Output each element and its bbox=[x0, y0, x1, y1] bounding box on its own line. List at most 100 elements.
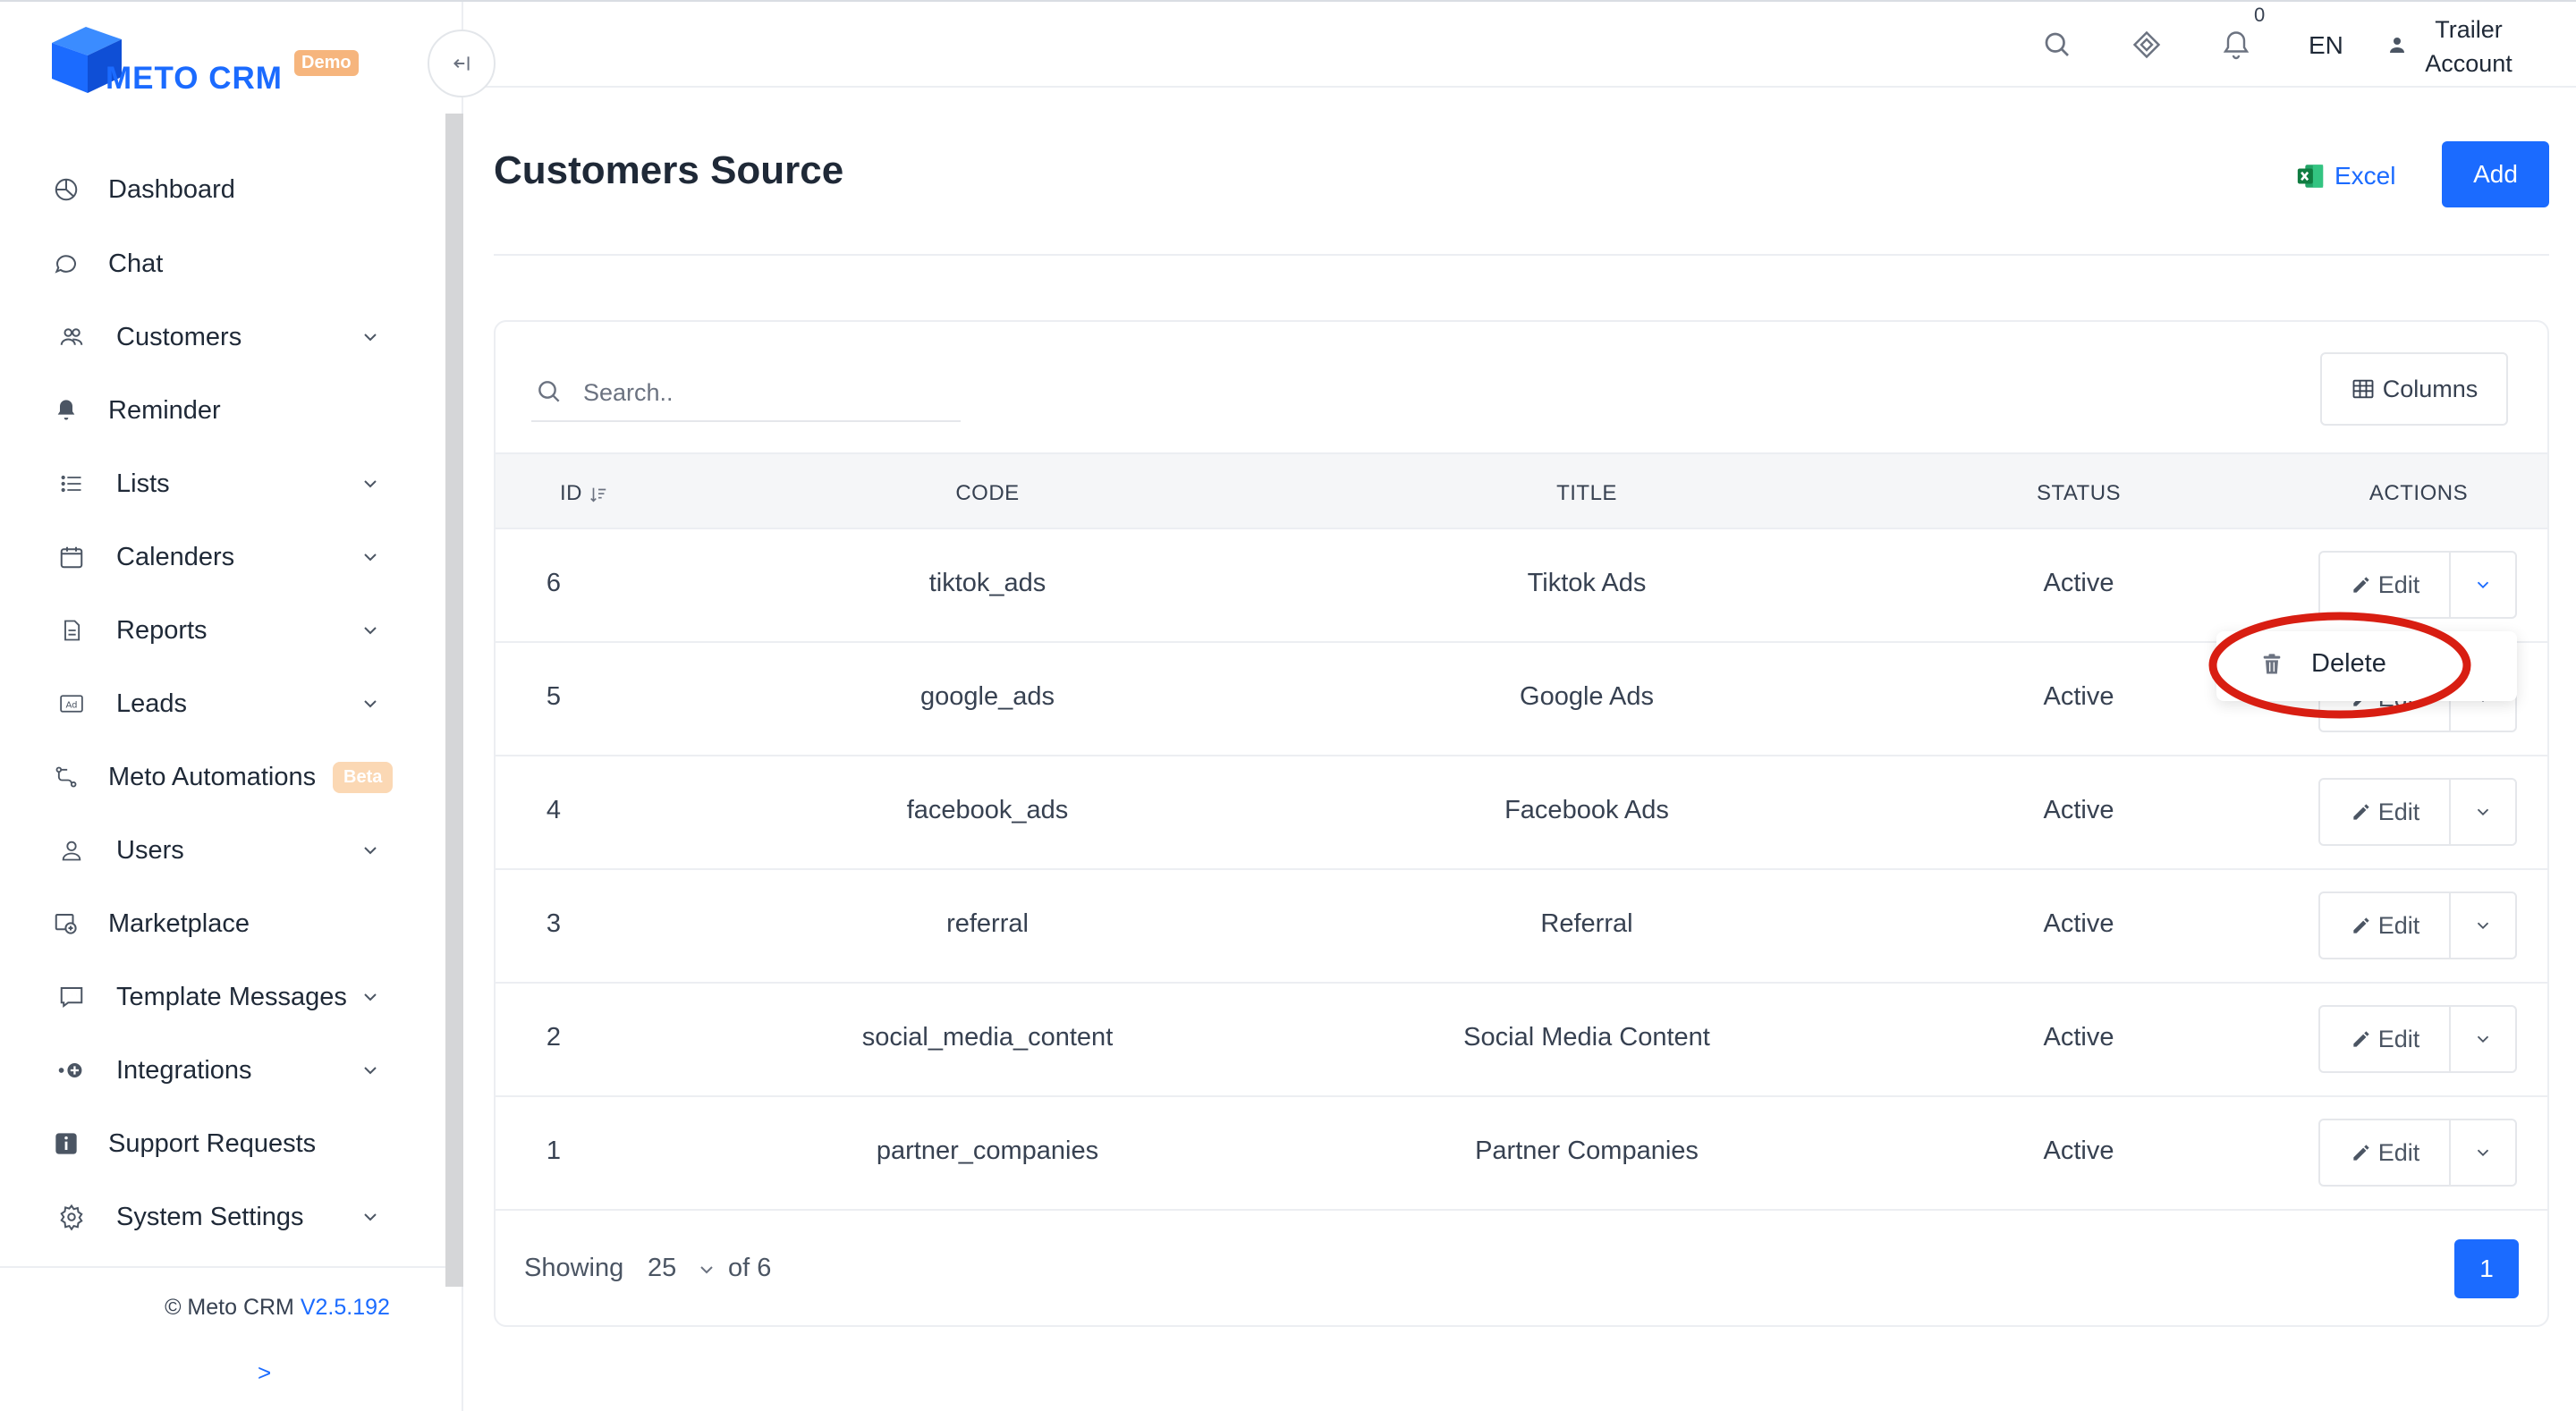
edit-button[interactable]: Edit bbox=[2320, 1007, 2451, 1071]
cell-title: Partner Companies bbox=[1475, 1136, 1699, 1165]
row-actions-toggle[interactable] bbox=[2451, 1120, 2515, 1185]
cell-id: 3 bbox=[546, 909, 562, 938]
row-actions-group: Edit bbox=[2318, 1005, 2517, 1073]
pencil-icon bbox=[2353, 804, 2369, 820]
sidebar-item-system-settings[interactable]: System Settings bbox=[0, 1188, 442, 1246]
chevron-down-icon bbox=[2477, 922, 2489, 930]
user-name-line2: Account bbox=[2425, 50, 2512, 77]
sidebar-item-label: Meto Automations bbox=[108, 762, 317, 791]
sidebar-scrollbar[interactable] bbox=[445, 114, 463, 1287]
header-divider bbox=[494, 254, 2549, 256]
sidebar-item-label: Reports bbox=[116, 615, 208, 645]
sidebar-item-calenders[interactable]: Calenders bbox=[0, 528, 442, 586]
pagination-total: of 6 bbox=[728, 1254, 772, 1282]
column-header-status[interactable]: STATUS bbox=[2025, 481, 2132, 506]
bell-icon[interactable] bbox=[2220, 29, 2252, 61]
sidebar-collapse-button[interactable] bbox=[428, 30, 496, 97]
chevron-down-icon[interactable] bbox=[696, 1259, 717, 1280]
edit-button[interactable]: Edit bbox=[2320, 553, 2451, 617]
edit-button[interactable]: Edit bbox=[2320, 893, 2451, 958]
edit-button[interactable]: Edit bbox=[2320, 780, 2451, 844]
search-icon[interactable] bbox=[2041, 29, 2073, 61]
table-row: 4 facebook_ads Facebook Ads Active Edit bbox=[496, 756, 2547, 870]
row-actions-toggle[interactable] bbox=[2451, 553, 2515, 617]
sidebar-item-integrations[interactable]: Integrations bbox=[0, 1042, 442, 1099]
sidebar-item-reminder[interactable]: Reminder bbox=[0, 382, 442, 439]
row-actions-toggle[interactable] bbox=[2451, 893, 2515, 958]
column-header-id-label: ID bbox=[560, 481, 582, 505]
columns-button[interactable]: Columns bbox=[2320, 352, 2508, 426]
page-button-1[interactable]: 1 bbox=[2454, 1239, 2519, 1298]
search-input[interactable] bbox=[583, 370, 941, 415]
row-actions-toggle[interactable] bbox=[2451, 1007, 2515, 1071]
chevron-down-icon bbox=[364, 334, 377, 342]
chevron-down-icon bbox=[364, 480, 377, 488]
table-row: 1 partner_companies Partner Companies Activ… bbox=[496, 1097, 2547, 1211]
columns-label: Columns bbox=[2382, 375, 2479, 402]
user-account-menu[interactable]: Trailer Account bbox=[2415, 13, 2522, 80]
page-size-select[interactable]: 25 bbox=[648, 1254, 676, 1283]
cell-status: Active bbox=[2043, 569, 2114, 597]
sidebar-item-label: Calenders bbox=[116, 542, 235, 571]
column-header-title[interactable]: TITLE bbox=[1542, 481, 1631, 506]
sidebar-item-lists[interactable]: Lists bbox=[0, 455, 442, 512]
cell-status: Active bbox=[2043, 1023, 2114, 1052]
sort-descending-icon bbox=[590, 487, 606, 503]
cell-id: 2 bbox=[546, 1023, 562, 1052]
column-header-code[interactable]: CODE bbox=[943, 481, 1032, 506]
sidebar-item-support-requests[interactable]: Support Requests bbox=[0, 1115, 442, 1172]
cell-code: facebook_ads bbox=[906, 796, 1069, 824]
sidebar-item-leads[interactable]: Ad Leads bbox=[0, 675, 442, 732]
sidebar: METO CRM Demo Dashboard Chat Customers R… bbox=[0, 2, 463, 1411]
svg-text:Ad: Ad bbox=[65, 700, 77, 710]
page-title: Customers Source bbox=[494, 148, 844, 192]
column-header-id[interactable]: ID bbox=[560, 481, 608, 506]
sidebar-item-label: Support Requests bbox=[108, 1128, 317, 1158]
sidebar-item-chat[interactable]: Chat bbox=[0, 235, 442, 292]
row-actions-group: Edit bbox=[2318, 891, 2517, 959]
cell-title: Referral bbox=[1540, 909, 1633, 938]
list-icon bbox=[55, 468, 88, 500]
delete-menu-item[interactable]: Delete bbox=[2216, 631, 2517, 701]
cell-code: referral bbox=[946, 909, 1029, 938]
sidebar-item-customers[interactable]: Customers bbox=[0, 308, 442, 366]
trash-icon bbox=[2263, 654, 2281, 674]
cell-title: Facebook Ads bbox=[1504, 796, 1669, 824]
row-actions-group: Edit bbox=[2318, 778, 2517, 846]
sidebar-item-label: Lists bbox=[116, 469, 170, 498]
row-actions-dropdown: Delete bbox=[2216, 631, 2517, 701]
gear-icon bbox=[55, 1201, 88, 1233]
sidebar-item-label: Dashboard bbox=[108, 174, 235, 204]
sidebar-item-users[interactable]: Users bbox=[0, 822, 442, 879]
chat-bubble-icon bbox=[50, 248, 82, 280]
sidebar-item-marketplace[interactable]: Marketplace bbox=[0, 895, 442, 952]
edit-label: Edit bbox=[2377, 1138, 2420, 1166]
version-link[interactable]: V2.5.192 bbox=[301, 1295, 390, 1320]
edit-label: Edit bbox=[2377, 570, 2420, 598]
chevron-down-icon bbox=[364, 1213, 377, 1221]
cell-code: tiktok_ads bbox=[928, 569, 1046, 597]
sidebar-item-reports[interactable]: Reports bbox=[0, 602, 442, 659]
diamond-shortcut-icon[interactable] bbox=[2131, 29, 2163, 61]
chevron-down-icon bbox=[364, 553, 377, 562]
sidebar-divider bbox=[0, 1266, 445, 1268]
add-button[interactable]: Add bbox=[2442, 141, 2549, 207]
app-logo[interactable]: METO CRM Demo bbox=[47, 21, 369, 102]
sidebar-item-label: Reminder bbox=[108, 395, 221, 425]
sidebar-item-label: Customers bbox=[116, 322, 242, 351]
edit-label: Edit bbox=[2377, 1025, 2420, 1052]
automation-icon bbox=[50, 761, 82, 793]
user-name-line1: Trailer bbox=[2435, 16, 2503, 43]
table-grid-icon bbox=[2352, 379, 2374, 399]
edit-button[interactable]: Edit bbox=[2320, 1120, 2451, 1185]
ad-icon: Ad bbox=[55, 688, 88, 720]
export-excel-button[interactable]: Excel bbox=[2295, 154, 2395, 199]
sidebar-item-template-messages[interactable]: Template Messages bbox=[0, 968, 442, 1026]
row-actions-toggle[interactable] bbox=[2451, 780, 2515, 844]
sidebar-expand-toggle[interactable]: > bbox=[258, 1359, 271, 1387]
top-bar: 0 EN Trailer Account bbox=[465, 2, 2576, 88]
sidebar-item-dashboard[interactable]: Dashboard bbox=[0, 161, 442, 218]
sidebar-item-automations[interactable]: Meto Automations Beta bbox=[0, 748, 442, 806]
language-switcher[interactable]: EN bbox=[2309, 31, 2343, 60]
sidebar-item-label: System Settings bbox=[116, 1202, 304, 1231]
